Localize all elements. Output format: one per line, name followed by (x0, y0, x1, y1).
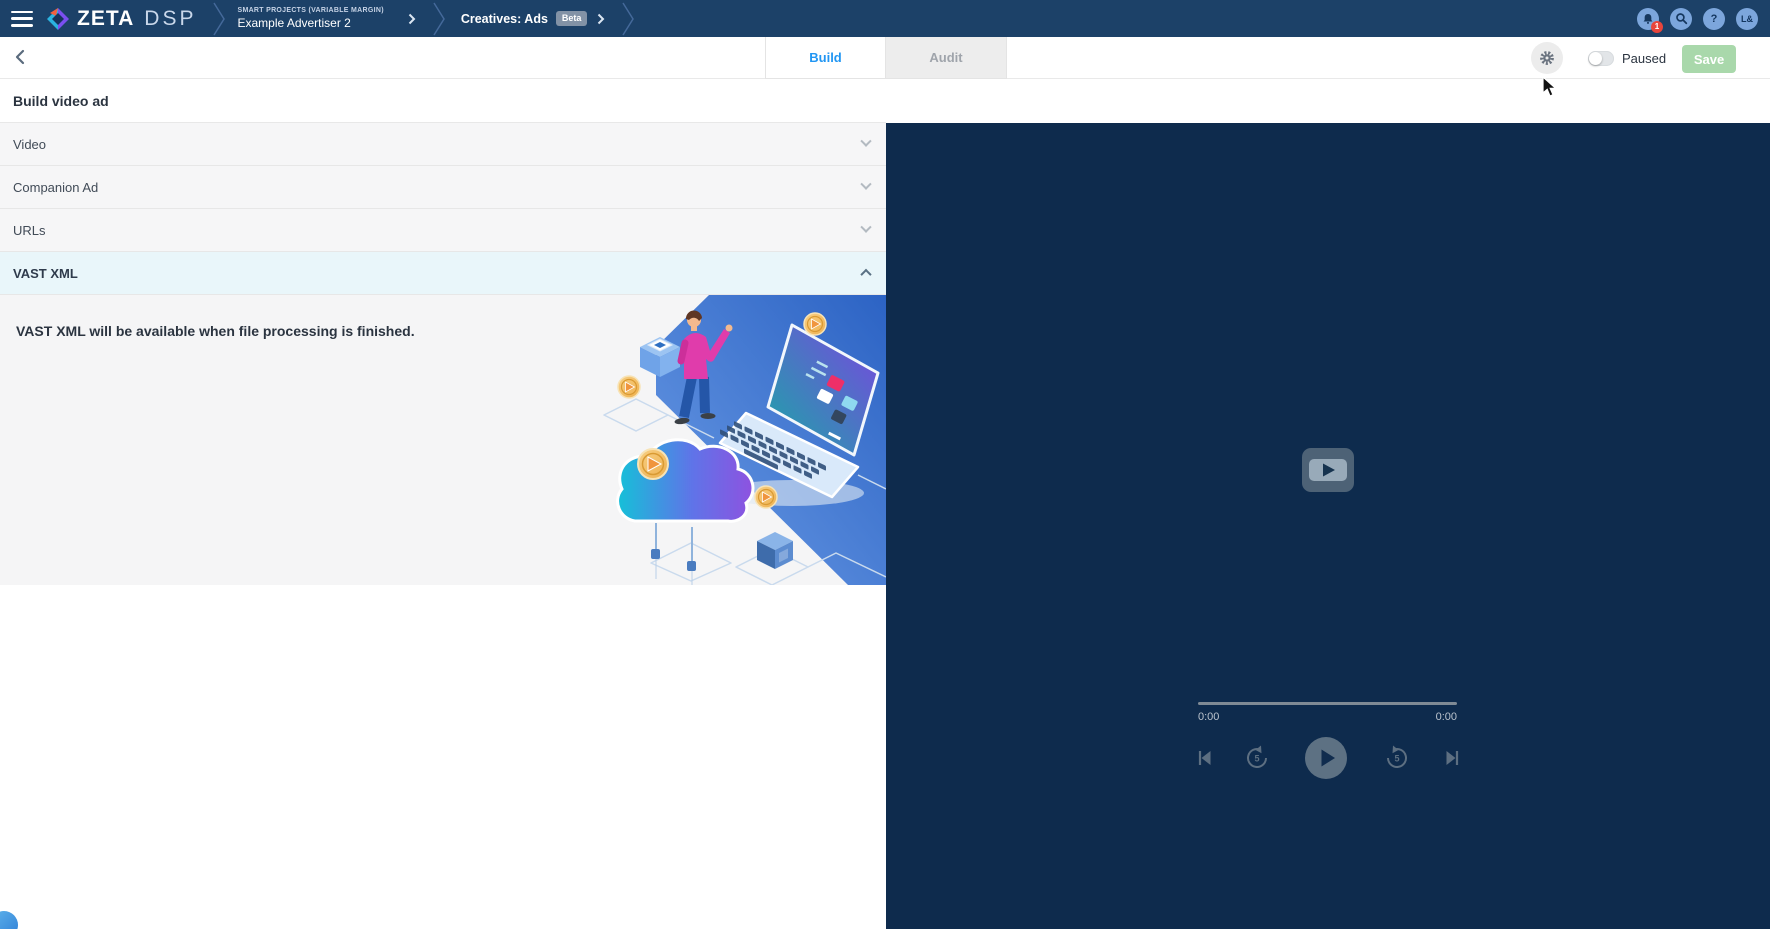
breadcrumb-creatives[interactable]: Creatives: Ads Beta (461, 11, 606, 26)
breadcrumb-separator-icon (211, 1, 227, 37)
brand-name: ZETA (77, 7, 134, 31)
section-vast-xml[interactable]: VAST XML (0, 252, 886, 295)
back-button[interactable] (12, 48, 30, 66)
vast-xml-content: VAST XML will be available when file pro… (0, 295, 886, 585)
breadcrumb-advertiser-name: Example Advertiser 2 (237, 16, 383, 30)
play-button[interactable] (1304, 736, 1348, 780)
tab-audit[interactable]: Audit (886, 37, 1007, 79)
section-urls[interactable]: URLs (0, 209, 886, 252)
paused-label: Paused (1622, 51, 1666, 66)
mouse-cursor (1542, 76, 1562, 98)
beta-badge: Beta (556, 11, 588, 26)
user-avatar[interactable]: L& (1736, 8, 1758, 30)
notifications-button[interactable]: 1 (1637, 8, 1659, 30)
chat-widget-button[interactable] (0, 911, 18, 929)
build-panel: Build video ad Video Companion Ad URLs V… (0, 79, 886, 585)
video-processing-illustration (596, 295, 886, 585)
gear-icon (1535, 46, 1559, 70)
breadcrumb-separator-icon (620, 1, 636, 37)
breadcrumb-section-name: Creatives: Ads (461, 12, 548, 26)
chevron-down-icon (860, 222, 871, 233)
brand-suffix: DSP (144, 7, 196, 31)
zeta-logo-icon[interactable] (46, 7, 70, 31)
chevron-right-icon[interactable] (408, 13, 416, 25)
page-title: Build video ad (0, 79, 886, 123)
section-video[interactable]: Video (0, 123, 886, 166)
search-button[interactable] (1670, 8, 1692, 30)
vast-processing-message: VAST XML will be available when file pro… (16, 323, 415, 339)
chevron-down-icon (860, 136, 871, 147)
skip-to-end-button[interactable] (1440, 746, 1464, 770)
question-mark-icon: ? (1711, 13, 1718, 25)
video-preview-panel: 0:00 0:00 5 5 (886, 123, 1770, 929)
paused-toggle[interactable] (1588, 51, 1614, 66)
hamburger-menu-icon[interactable] (11, 11, 33, 27)
svg-text:5: 5 (1394, 754, 1399, 764)
time-labels: 0:00 0:00 (1198, 711, 1457, 723)
chevron-right-icon[interactable] (597, 13, 605, 25)
avatar-initials: L& (1741, 14, 1753, 24)
duration-time: 0:00 (1436, 711, 1457, 723)
chevron-down-icon (860, 179, 871, 190)
elapsed-time: 0:00 (1198, 711, 1219, 723)
tab-build[interactable]: Build (765, 37, 886, 79)
video-progress-bar[interactable] (1198, 702, 1457, 705)
creative-toolbar: Build Audit Paused Save (0, 37, 1770, 79)
rewind-5-button[interactable]: 5 (1244, 744, 1270, 770)
breadcrumb-separator-icon (431, 1, 447, 37)
help-button[interactable]: ? (1703, 8, 1725, 30)
search-icon (1674, 11, 1689, 26)
top-navigation-bar: ZETA DSP SMART PROJECTS (VARIABLE MARGIN… (0, 0, 1770, 37)
breadcrumb-advertiser[interactable]: SMART PROJECTS (VARIABLE MARGIN) Example… (237, 7, 383, 30)
app-window: ZETA DSP SMART PROJECTS (VARIABLE MARGIN… (0, 0, 1770, 929)
settings-button[interactable] (1531, 42, 1563, 74)
topbar-actions: 1 ? L& (1637, 8, 1758, 30)
video-placeholder-icon (1302, 448, 1354, 492)
section-companion-ad[interactable]: Companion Ad (0, 166, 886, 209)
skip-to-start-button[interactable] (1193, 746, 1217, 770)
build-audit-tabs: Build Audit (765, 37, 1007, 79)
notification-count-badge: 1 (1651, 21, 1663, 33)
save-button[interactable]: Save (1682, 45, 1736, 73)
svg-text:5: 5 (1254, 754, 1259, 764)
forward-5-button[interactable]: 5 (1384, 744, 1410, 770)
chevron-up-icon (860, 269, 871, 280)
breadcrumb-project-label: SMART PROJECTS (VARIABLE MARGIN) (237, 7, 383, 14)
